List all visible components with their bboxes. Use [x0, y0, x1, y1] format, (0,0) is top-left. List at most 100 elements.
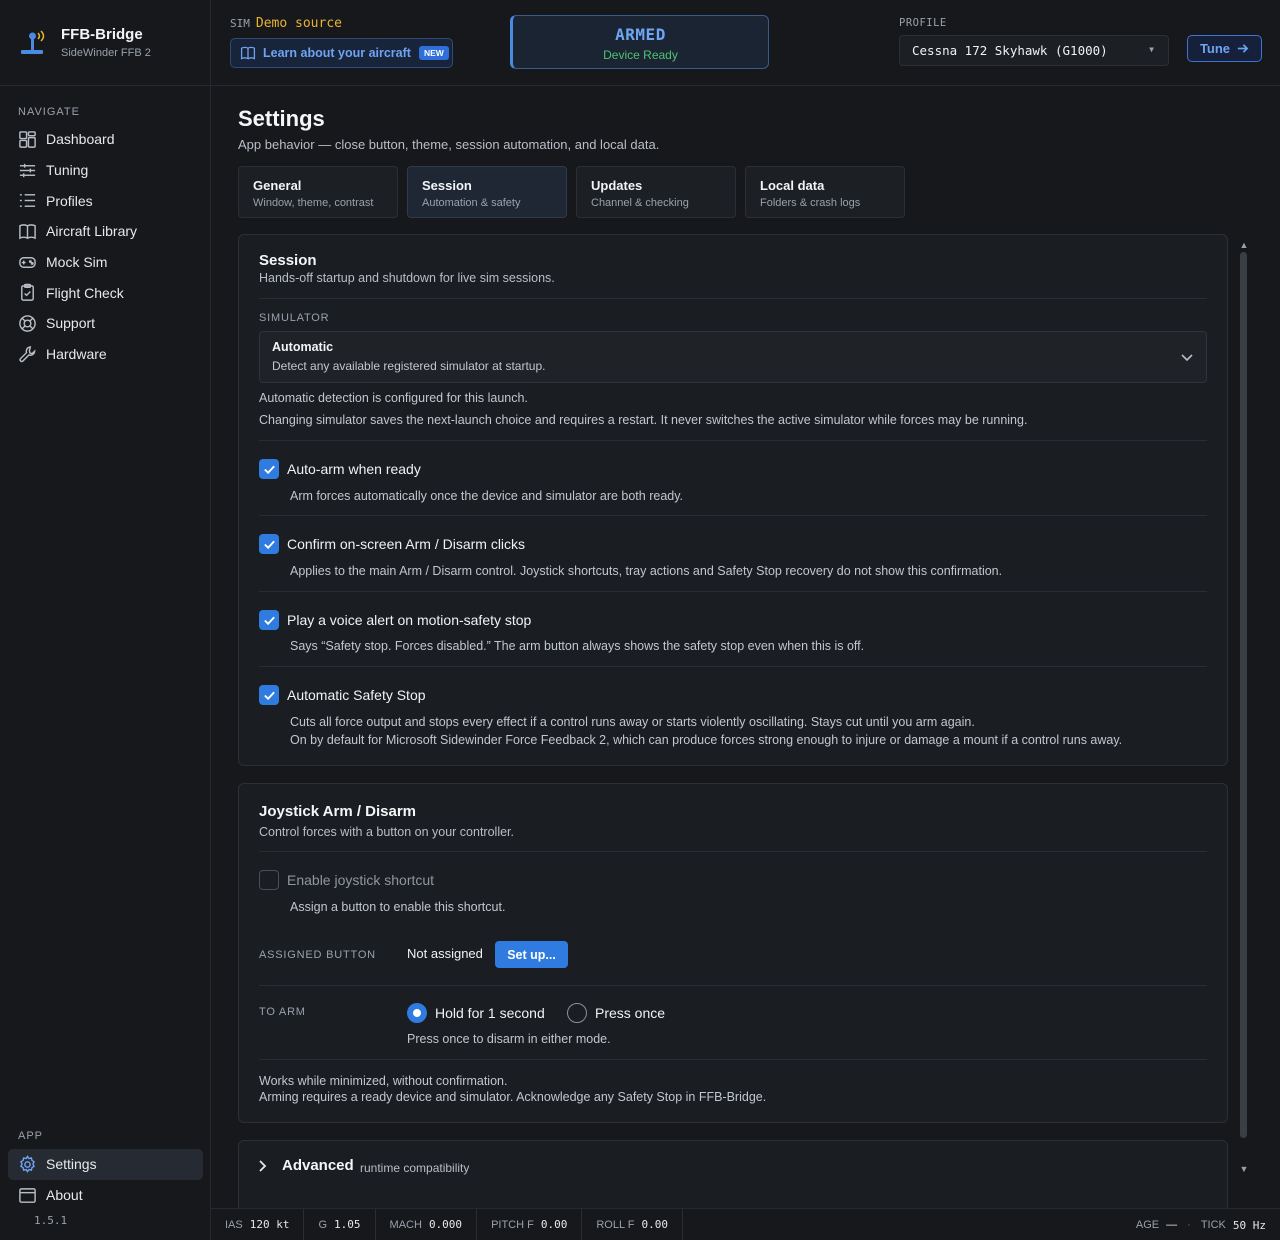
- tab-local-data[interactable]: Local data Folders & crash logs: [745, 166, 905, 218]
- safety-stop-checkbox[interactable]: Automatic Safety Stop: [259, 685, 426, 705]
- new-badge: NEW: [418, 46, 449, 60]
- radio-selected[interactable]: [407, 1003, 427, 1023]
- joystick-footer-note-2: Arming requires a ready device and simul…: [259, 1090, 767, 1104]
- stat-label: IAS: [225, 1218, 243, 1231]
- card-title: Joystick Arm / Disarm: [259, 803, 417, 820]
- sidebar-item-aircraft-library[interactable]: Aircraft Library: [0, 216, 211, 247]
- radio-note: Press once to disarm in either mode.: [407, 1032, 611, 1046]
- checkbox-checked[interactable]: [259, 534, 279, 554]
- auto-arm-checkbox[interactable]: Auto-arm when ready: [259, 459, 421, 479]
- profile-value: Cessna 172 Skyhawk (G1000): [912, 43, 1108, 58]
- checkbox-unchecked[interactable]: [259, 870, 279, 890]
- stat-mach: MACH 0.000: [376, 1208, 478, 1240]
- advanced-subtitle: runtime compatibility: [360, 1161, 470, 1175]
- checkbox-checked[interactable]: [259, 610, 279, 630]
- sidebar-item-profiles[interactable]: Profiles: [0, 185, 211, 216]
- sliders-icon: [19, 163, 36, 177]
- divider: [259, 851, 1207, 852]
- radio-press-once[interactable]: Press once: [567, 1003, 665, 1023]
- sidebar-item-label: Flight Check: [46, 284, 124, 301]
- simulator-note: Automatic detection is configured for th…: [259, 391, 528, 405]
- settings-tabs: General Window, theme, contrast Session …: [238, 166, 914, 218]
- sidebar-item-label: Profiles: [46, 192, 93, 209]
- divider: [259, 666, 1207, 667]
- radio-label: Hold for 1 second: [435, 1005, 545, 1021]
- arm-status-button[interactable]: ARMED Device Ready: [510, 15, 769, 69]
- confirm-arm-checkbox[interactable]: Confirm on-screen Arm / Disarm clicks: [259, 534, 525, 554]
- tab-session[interactable]: Session Automation & safety: [407, 166, 567, 218]
- stat-roll-force: ROLL F 0.00: [582, 1208, 683, 1240]
- sidebar-item-dashboard[interactable]: Dashboard: [0, 124, 211, 155]
- app-section-label: APP: [18, 1130, 44, 1142]
- simulator-select[interactable]: Automatic Detect any available registere…: [259, 331, 1207, 383]
- checkbox-checked[interactable]: [259, 459, 279, 479]
- device-status: Device Ready: [603, 48, 678, 62]
- device-name: SideWinder FFB 2: [61, 47, 151, 59]
- sidebar-item-hardware[interactable]: Hardware: [0, 339, 211, 370]
- stat-value: 0.00: [641, 1218, 668, 1231]
- nav-section-label: NAVIGATE: [18, 106, 80, 118]
- app-name: FFB-Bridge: [61, 26, 143, 43]
- age-label: AGE: [1135, 1219, 1160, 1231]
- advanced-section[interactable]: Advanced runtime compatibility: [238, 1140, 1228, 1208]
- option-desc: On by default for Microsoft Sidewinder F…: [290, 733, 1123, 747]
- voice-alert-checkbox[interactable]: Play a voice alert on motion-safety stop: [259, 610, 531, 630]
- scroll-down-icon[interactable]: ▼: [1238, 1164, 1250, 1174]
- scroll-up-icon[interactable]: ▲: [1238, 240, 1250, 250]
- option-desc: Assign a button to enable this shortcut.: [290, 900, 506, 914]
- stat-right-group: AGE — · TICK 50 Hz: [1136, 1209, 1266, 1240]
- simulator-desc: Detect any available registered simulato…: [272, 359, 546, 373]
- profile-select[interactable]: Cessna 172 Skyhawk (G1000) ▼: [899, 35, 1169, 66]
- divider: [259, 985, 1207, 986]
- sidebar-item-settings[interactable]: Settings: [8, 1149, 203, 1180]
- stat-label: ROLL F: [596, 1218, 635, 1231]
- sidebar-item-support[interactable]: Support: [0, 308, 211, 339]
- arrow-right-icon: [1237, 44, 1249, 53]
- simulator-value: Automatic: [272, 340, 334, 354]
- tune-button[interactable]: Tune: [1187, 35, 1262, 62]
- sidebar-item-mock-sim[interactable]: Mock Sim: [0, 247, 211, 278]
- check-icon: [263, 616, 275, 625]
- advanced-title: Advanced: [282, 1157, 354, 1174]
- stat-label: G: [318, 1218, 328, 1231]
- chevron-down-icon: [1181, 354, 1193, 362]
- option-label: Automatic Safety Stop: [287, 687, 426, 703]
- sidebar-item-label: Dashboard: [46, 131, 115, 148]
- divider: [259, 515, 1207, 516]
- arm-state: ARMED: [615, 25, 666, 44]
- radio-label: Press once: [595, 1005, 666, 1021]
- assigned-button-value: Not assigned: [407, 946, 483, 961]
- stat-g: G 1.05: [304, 1208, 376, 1240]
- sidebar: FFB-Bridge SideWinder FFB 2 NAVIGATE Das…: [0, 0, 211, 1240]
- sidebar-item-tuning[interactable]: Tuning: [0, 155, 211, 186]
- book-open-icon: [240, 46, 256, 60]
- tab-title: Session: [422, 178, 472, 193]
- sidebar-item-label: About: [46, 1187, 83, 1204]
- sidebar-item-flight-check[interactable]: Flight Check: [0, 277, 211, 308]
- enable-shortcut-checkbox[interactable]: Enable joystick shortcut: [259, 870, 434, 890]
- option-label: Enable joystick shortcut: [287, 872, 435, 888]
- tab-general[interactable]: General Window, theme, contrast: [238, 166, 398, 218]
- sim-label: SIM: [230, 17, 250, 30]
- radio-hold[interactable]: Hold for 1 second: [407, 1003, 545, 1023]
- card-subtitle: Control forces with a button on your con…: [259, 825, 514, 839]
- card-title: Session: [259, 252, 317, 269]
- sidebar-item-about[interactable]: About: [0, 1180, 211, 1211]
- sim-source: SIM Demo source: [230, 16, 342, 31]
- tab-updates[interactable]: Updates Channel & checking: [576, 166, 736, 218]
- learn-aircraft-button[interactable]: Learn about your aircraft NEW: [230, 38, 453, 68]
- stat-pitch-force: PITCH F 0.00: [477, 1208, 583, 1240]
- scrollbar-thumb[interactable]: [1240, 252, 1247, 1138]
- sidebar-item-label: Support: [46, 315, 96, 332]
- checkbox-checked[interactable]: [259, 685, 279, 705]
- option-label: Confirm on-screen Arm / Disarm clicks: [287, 536, 526, 552]
- chevron-right-icon: [259, 1160, 267, 1172]
- check-icon: [263, 540, 275, 549]
- tab-title: Updates: [591, 178, 643, 193]
- setup-button[interactable]: Set up...: [495, 941, 568, 968]
- divider: [259, 591, 1207, 592]
- radio-unselected[interactable]: [567, 1003, 587, 1023]
- option-desc: Says “Safety stop. Forces disabled.” The…: [290, 639, 865, 653]
- tab-title: Local data: [760, 178, 825, 193]
- sidebar-item-label: Aircraft Library: [46, 223, 138, 240]
